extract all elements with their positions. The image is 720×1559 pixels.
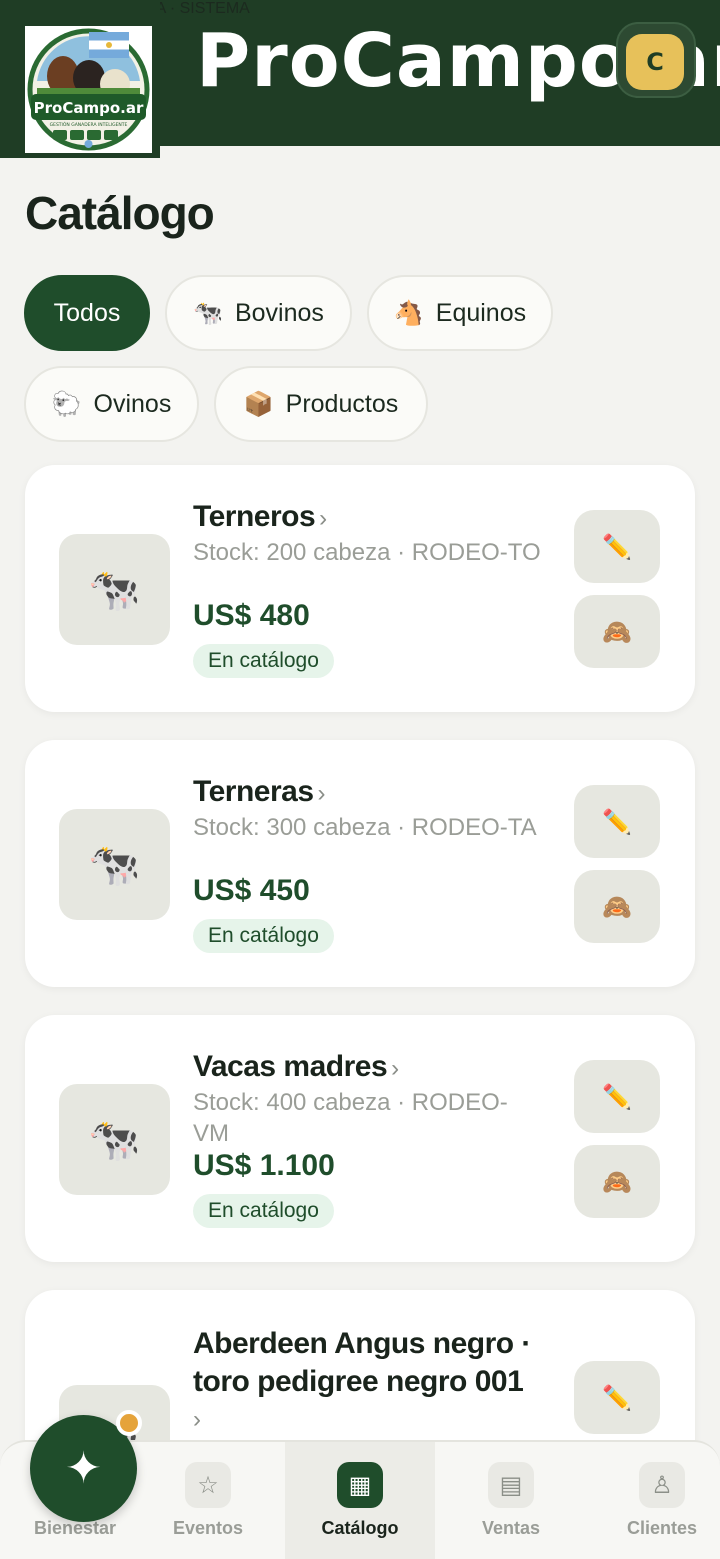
horse-icon: 🐴: [393, 299, 424, 327]
chevron-right-icon: ›: [319, 505, 327, 532]
star-icon: ☆: [185, 1462, 231, 1508]
product-stock: Stock: 400 cabeza · RODEO-VM: [193, 1089, 508, 1147]
hide-button[interactable]: 🙈: [574, 870, 660, 943]
nav-label: Clientes: [626, 1518, 698, 1538]
product-stock: Stock: 300 cabeza · RODEO-TA: [193, 814, 537, 841]
nav-label: Eventos: [172, 1518, 244, 1538]
filter-chip-equinos[interactable]: 🐴 Equinos: [367, 275, 553, 351]
product-price: US$ 450: [193, 874, 310, 907]
cow-icon: 🐄: [59, 534, 170, 645]
product-card[interactable]: 🐄 Terneras › Stock: 300 cabeza · RODEO-TA…: [25, 740, 695, 987]
sparkle-icon: ✦: [65, 1443, 102, 1494]
product-name-line-2: toro pedigree negro 001: [193, 1365, 524, 1398]
logo-wordmark: ProCampo.ar: [34, 99, 144, 117]
nav-item-eventos[interactable]: ☆ Eventos: [133, 1442, 283, 1559]
grid-icon: ▦: [337, 1462, 383, 1508]
cow-icon: 🐄: [193, 299, 223, 327]
filter-chip-productos[interactable]: 📦 Productos: [214, 366, 428, 442]
sheep-icon: 🐑: [51, 390, 82, 418]
chevron-right-icon: ›: [317, 780, 326, 807]
hide-button[interactable]: 🙈: [574, 595, 660, 668]
filter-chip-label: Bovinos: [234, 298, 324, 327]
list-icon: ▤: [488, 1462, 534, 1508]
filter-chip-ovinos[interactable]: 🐑 Ovinos: [24, 366, 199, 442]
logo-emblem: ProCampo.ar GESTIÓN GANADERA INTELIGENTE: [27, 28, 150, 151]
product-name[interactable]: Aberdeen Angus negro · toro pedigree neg…: [193, 1325, 531, 1439]
product-name-line-1: Aberdeen Angus negro ·: [193, 1327, 531, 1360]
nav-label: Catálogo: [321, 1518, 399, 1538]
pencil-icon: ✏️: [602, 1082, 632, 1111]
nav-item-catalogo[interactable]: ▦ Catálogo: [285, 1442, 435, 1559]
pencil-icon: ✏️: [602, 1383, 632, 1412]
chevron-right-icon: ›: [193, 1406, 201, 1433]
avatar[interactable]: C: [626, 34, 684, 90]
product-name-text: Vacas madres: [193, 1050, 388, 1083]
chevron-right-icon: ›: [391, 1055, 399, 1082]
person-icon: ♙: [639, 1462, 685, 1508]
page-title: Catálogo: [25, 187, 215, 239]
filter-chip-bovinos[interactable]: 🐄 Bovinos: [165, 275, 352, 351]
product-name[interactable]: Terneras ›: [193, 775, 325, 809]
pencil-icon: ✏️: [602, 532, 632, 561]
product-name-text: Terneros: [193, 500, 316, 533]
see-no-evil-monkey-icon: 🙈: [602, 892, 632, 921]
status-badge: En catálogo: [193, 1194, 334, 1228]
filter-chip-label: Productos: [285, 389, 399, 418]
product-card[interactable]: 🐄 Terneros › Stock: 200 cabeza · RODEO-TO…: [25, 465, 695, 712]
nav-label: Ventas: [481, 1518, 541, 1538]
filter-chip-todos[interactable]: Todos: [24, 275, 150, 351]
status-badge: En catálogo: [193, 644, 334, 678]
product-price: US$ 480: [193, 599, 310, 632]
notification-dot: [116, 1410, 142, 1436]
product-name[interactable]: Terneros ›: [193, 500, 327, 534]
nav-item-ventas[interactable]: ▤ Ventas: [436, 1442, 586, 1559]
cow-icon: 🐄: [59, 809, 170, 920]
nav-item-clientes[interactable]: ♙ Clientes: [587, 1442, 720, 1559]
product-price: US$ 1.100: [193, 1149, 335, 1182]
logo-tagline: GESTIÓN GANADERA INTELIGENTE: [50, 121, 128, 128]
brand-logo: ProCampo.ar GESTIÓN GANADERA INTELIGENTE: [25, 26, 152, 153]
filter-chip-label: Equinos: [435, 298, 527, 327]
hide-button[interactable]: 🙈: [574, 1145, 660, 1218]
product-card[interactable]: 🐄 Vacas madres › Stock: 400 cabeza · RODE…: [25, 1015, 695, 1262]
package-icon: 📦: [243, 390, 274, 418]
edit-button[interactable]: ✏️: [574, 1361, 660, 1434]
cow-icon: 🐄: [59, 1084, 170, 1195]
edit-button[interactable]: ✏️: [574, 785, 660, 858]
see-no-evil-monkey-icon: 🙈: [602, 617, 632, 646]
edit-button[interactable]: ✏️: [574, 1060, 660, 1133]
status-badge: En catálogo: [193, 919, 334, 953]
see-no-evil-monkey-icon: 🙈: [602, 1167, 632, 1196]
filter-chip-label: Todos: [53, 298, 121, 327]
pencil-icon: ✏️: [602, 807, 632, 836]
product-stock: Stock: 200 cabeza · RODEO-TO: [193, 539, 541, 566]
logo-container: ProCampo.ar GESTIÓN GANADERA INTELIGENTE: [0, 0, 160, 158]
filter-chip-label: Ovinos: [93, 389, 172, 418]
edit-button[interactable]: ✏️: [574, 510, 660, 583]
product-name-text: Terneras: [193, 775, 314, 808]
product-name[interactable]: Vacas madres ›: [193, 1050, 399, 1084]
